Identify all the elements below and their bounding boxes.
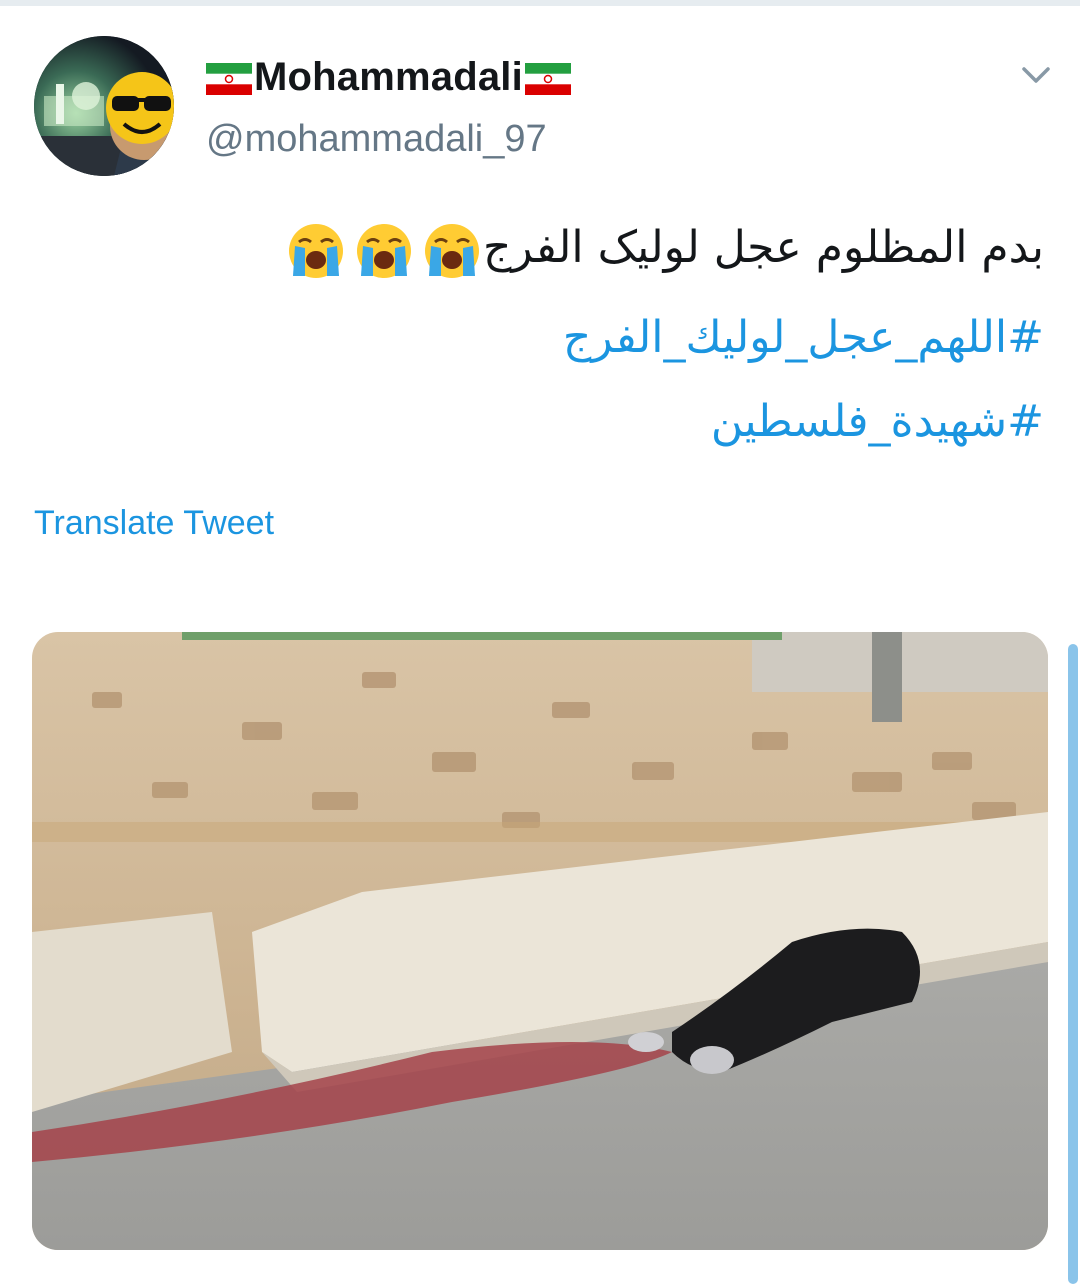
display-name: Mohammadali [254,54,523,99]
tweet-body: بدم المظلوم عجل لولیک الفرج [483,222,1044,273]
loudly-crying-face-icon [353,220,415,282]
chevron-down-icon[interactable] [1016,60,1056,90]
emoji-group [279,219,483,282]
translate-tweet-link[interactable]: Translate Tweet [34,504,274,543]
display-name-row[interactable]: Mohammadali [206,52,571,102]
user-handle[interactable]: @mohammadali_97 [206,118,547,161]
loudly-crying-face-icon [285,220,347,282]
hashtag-link[interactable]: #شهيدة_فلسطين [44,396,1044,447]
loudly-crying-face-icon [421,220,483,282]
avatar[interactable] [34,36,174,176]
scrollbar[interactable] [1068,644,1078,1284]
tweet-media-photo[interactable] [32,632,1048,1250]
iran-flag-icon [524,63,571,95]
hashtag-link[interactable]: #اللهم_عجل_لوليك_الفرج [44,312,1044,363]
tweet-text: بدم المظلوم عجل لولیک الفرج [44,218,1044,282]
iran-flag-icon [206,63,252,95]
top-divider [0,0,1080,6]
